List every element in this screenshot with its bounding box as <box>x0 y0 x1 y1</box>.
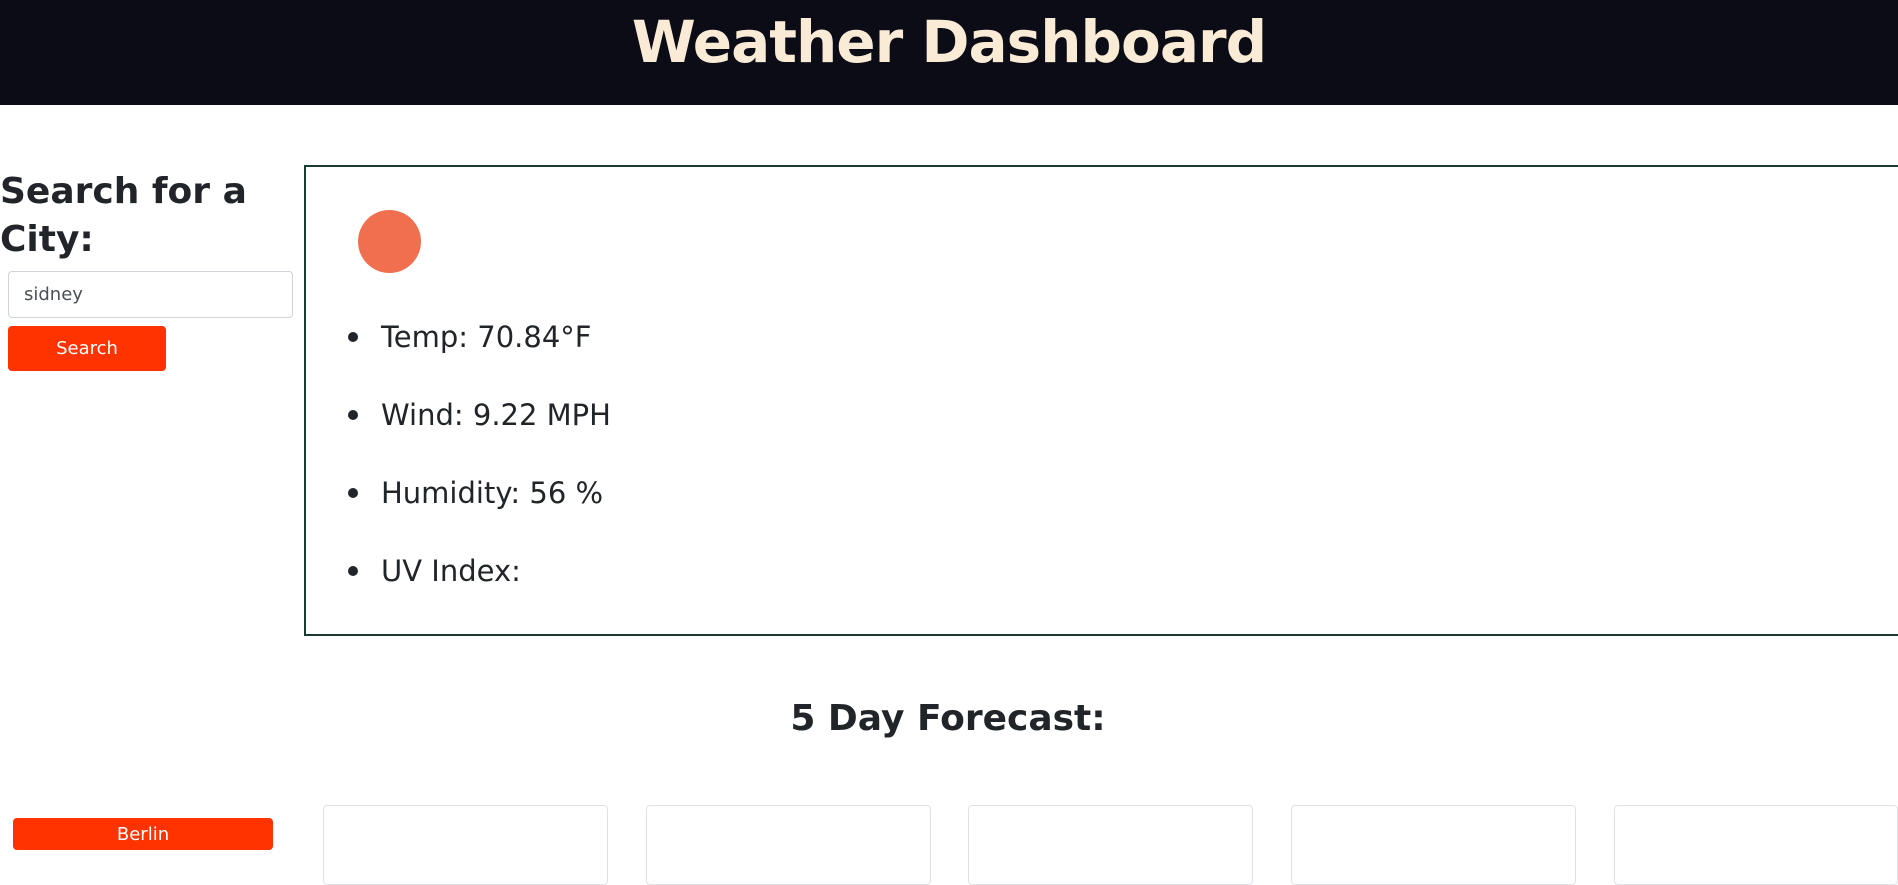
forecast-card-day-3 <box>968 805 1253 885</box>
forecast-card-day-5 <box>1614 805 1898 885</box>
humidity-stat: Humidity: 56 % <box>348 473 611 551</box>
forecast-heading: 5 Day Forecast: <box>0 698 1898 739</box>
app-header: Weather Dashboard <box>0 0 1898 105</box>
history-city-button[interactable]: Berlin <box>13 818 273 850</box>
forecast-card-day-1 <box>323 805 608 885</box>
page-title: Weather Dashboard <box>631 7 1267 76</box>
weather-condition-icon <box>358 210 421 273</box>
search-button[interactable]: Search <box>8 326 166 371</box>
bullet-icon <box>348 566 358 576</box>
bullet-icon <box>348 410 358 420</box>
wind-stat: Wind: 9.22 MPH <box>348 395 611 473</box>
current-weather-stats: Temp: 70.84°F Wind: 9.22 MPH Humidity: 5… <box>348 317 611 629</box>
bullet-icon <box>348 488 358 498</box>
temp-stat-text: Temp: 70.84°F <box>381 320 592 354</box>
current-weather-panel: Temp: 70.84°F Wind: 9.22 MPH Humidity: 5… <box>304 165 1898 636</box>
bullet-icon <box>348 332 358 342</box>
forecast-card-day-4 <box>1291 805 1576 885</box>
uv-index-stat: UV Index: <box>348 551 611 629</box>
humidity-stat-text: Humidity: 56 % <box>381 476 604 510</box>
wind-stat-text: Wind: 9.22 MPH <box>381 398 611 432</box>
search-heading: Search for a City: <box>0 171 247 260</box>
forecast-heading-text: 5 Day Forecast: <box>790 698 1106 739</box>
uv-index-stat-text: UV Index: <box>381 554 521 588</box>
temp-stat: Temp: 70.84°F <box>348 317 611 395</box>
city-search-input[interactable] <box>8 271 293 318</box>
forecast-card-day-2 <box>646 805 931 885</box>
